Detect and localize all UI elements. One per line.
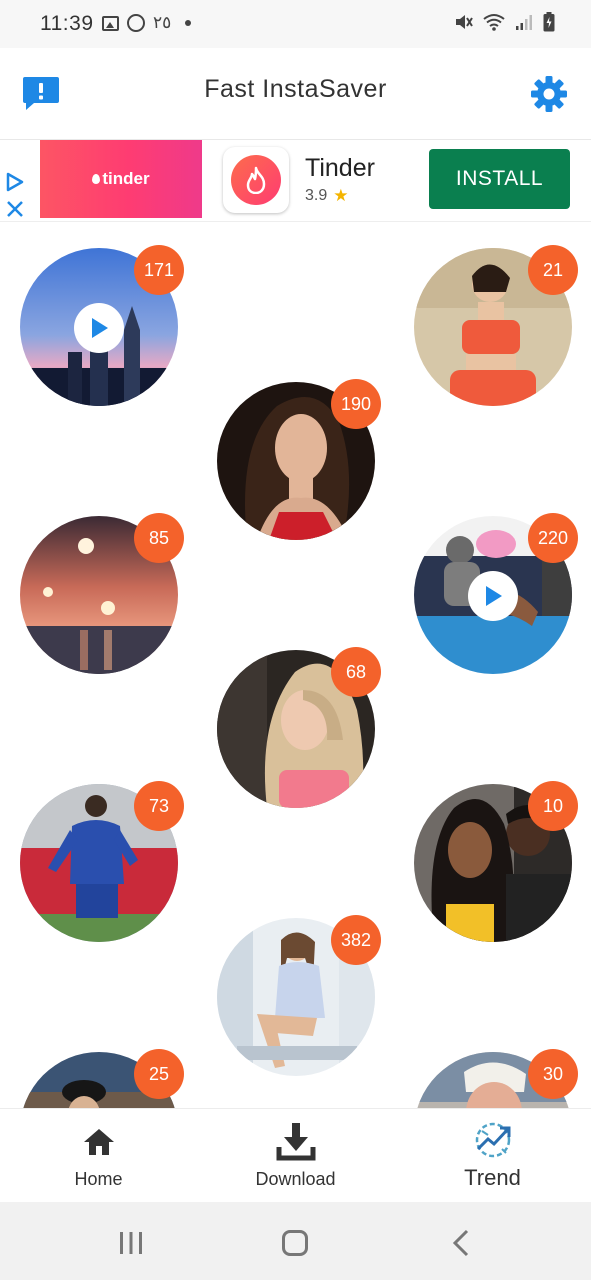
screen: 11:39 ٢٥ Fast InstaSaver tinder Tinder 3… — [0, 0, 591, 1280]
star-icon: ★ — [333, 186, 349, 205]
image-notification-icon — [102, 15, 119, 31]
home-circle-icon[interactable] — [282, 1230, 308, 1256]
ad-choices-icon[interactable] — [3, 172, 27, 220]
count-badge: 85 — [134, 513, 184, 563]
recent-apps-icon[interactable] — [118, 1230, 144, 1256]
count-badge: 21 — [528, 245, 578, 295]
back-icon[interactable] — [452, 1229, 470, 1257]
feed-item[interactable]: 25 — [20, 1049, 184, 1108]
install-button[interactable]: INSTALL — [429, 149, 570, 209]
gear-icon[interactable] — [529, 74, 569, 114]
signal-icon — [516, 15, 532, 30]
ad-rating: 3.9 ★ — [305, 186, 349, 206]
ad-banner[interactable]: tinder Tinder 3.9 ★ INSTALL — [0, 140, 591, 222]
download-icon — [276, 1123, 315, 1161]
feed-item[interactable]: 190 — [217, 379, 381, 540]
home-icon — [83, 1129, 114, 1155]
feed-item[interactable]: 21 — [414, 245, 578, 406]
nav-download-label: Download — [255, 1169, 336, 1189]
battery-icon — [543, 12, 555, 32]
count-badge: 220 — [528, 513, 578, 563]
app-bar: Fast InstaSaver — [0, 48, 591, 140]
count-badge: 190 — [331, 379, 381, 429]
feed-item[interactable]: 171 — [20, 245, 184, 406]
count-badge: 10 — [528, 781, 578, 831]
system-nav — [0, 1202, 591, 1280]
feed-item[interactable]: 85 — [20, 513, 184, 674]
feed-item[interactable]: 73 — [20, 781, 184, 942]
feed-item[interactable]: 10 — [414, 781, 578, 942]
trend-icon — [475, 1122, 510, 1158]
bottom-nav: Home Download Trend — [0, 1108, 591, 1202]
status-left-icons: ٢٥ — [102, 13, 192, 33]
play-icon[interactable] — [468, 571, 518, 621]
ad-app-name: Tinder — [305, 154, 375, 182]
feed-item[interactable]: 68 — [217, 647, 381, 808]
more-notifications-icon — [185, 20, 192, 26]
count-badge: 30 — [528, 1049, 578, 1099]
nav-home-label: Home — [74, 1169, 123, 1189]
count-badge: 68 — [331, 647, 381, 697]
feed-item[interactable]: 30 — [414, 1049, 578, 1108]
status-time: 11:39 — [40, 12, 94, 35]
mute-icon — [456, 15, 473, 29]
tinder-flame-icon — [92, 174, 101, 184]
nav-download[interactable]: Download — [197, 1109, 394, 1203]
feed-item[interactable]: 382 — [217, 915, 381, 1076]
count-badge: 171 — [134, 245, 184, 295]
nav-trend[interactable]: Trend — [394, 1109, 591, 1203]
trend-feed: 171 21 190 85 220 68 73 10 382 25 30 — [0, 222, 591, 1108]
status-right-icons — [453, 12, 555, 32]
status-extra-text: ٢٥ — [153, 13, 172, 32]
ad-image[interactable]: tinder — [40, 140, 202, 218]
wifi-icon — [483, 14, 505, 31]
ad-app-icon[interactable] — [223, 147, 289, 213]
count-badge: 25 — [134, 1049, 184, 1099]
feed-item[interactable]: 220 — [414, 513, 578, 674]
nav-home[interactable]: Home — [0, 1109, 197, 1203]
count-badge: 73 — [134, 781, 184, 831]
whatsapp-notification-icon — [127, 14, 145, 32]
nav-trend-label: Trend — [464, 1165, 521, 1190]
count-badge: 382 — [331, 915, 381, 965]
play-icon[interactable] — [74, 303, 124, 353]
ad-rating-value: 3.9 — [305, 187, 328, 204]
status-bar: 11:39 ٢٥ — [0, 0, 591, 48]
tinder-logo-icon — [231, 155, 281, 205]
app-title: Fast InstaSaver — [204, 75, 387, 103]
ad-image-text: tinder — [102, 169, 150, 188]
